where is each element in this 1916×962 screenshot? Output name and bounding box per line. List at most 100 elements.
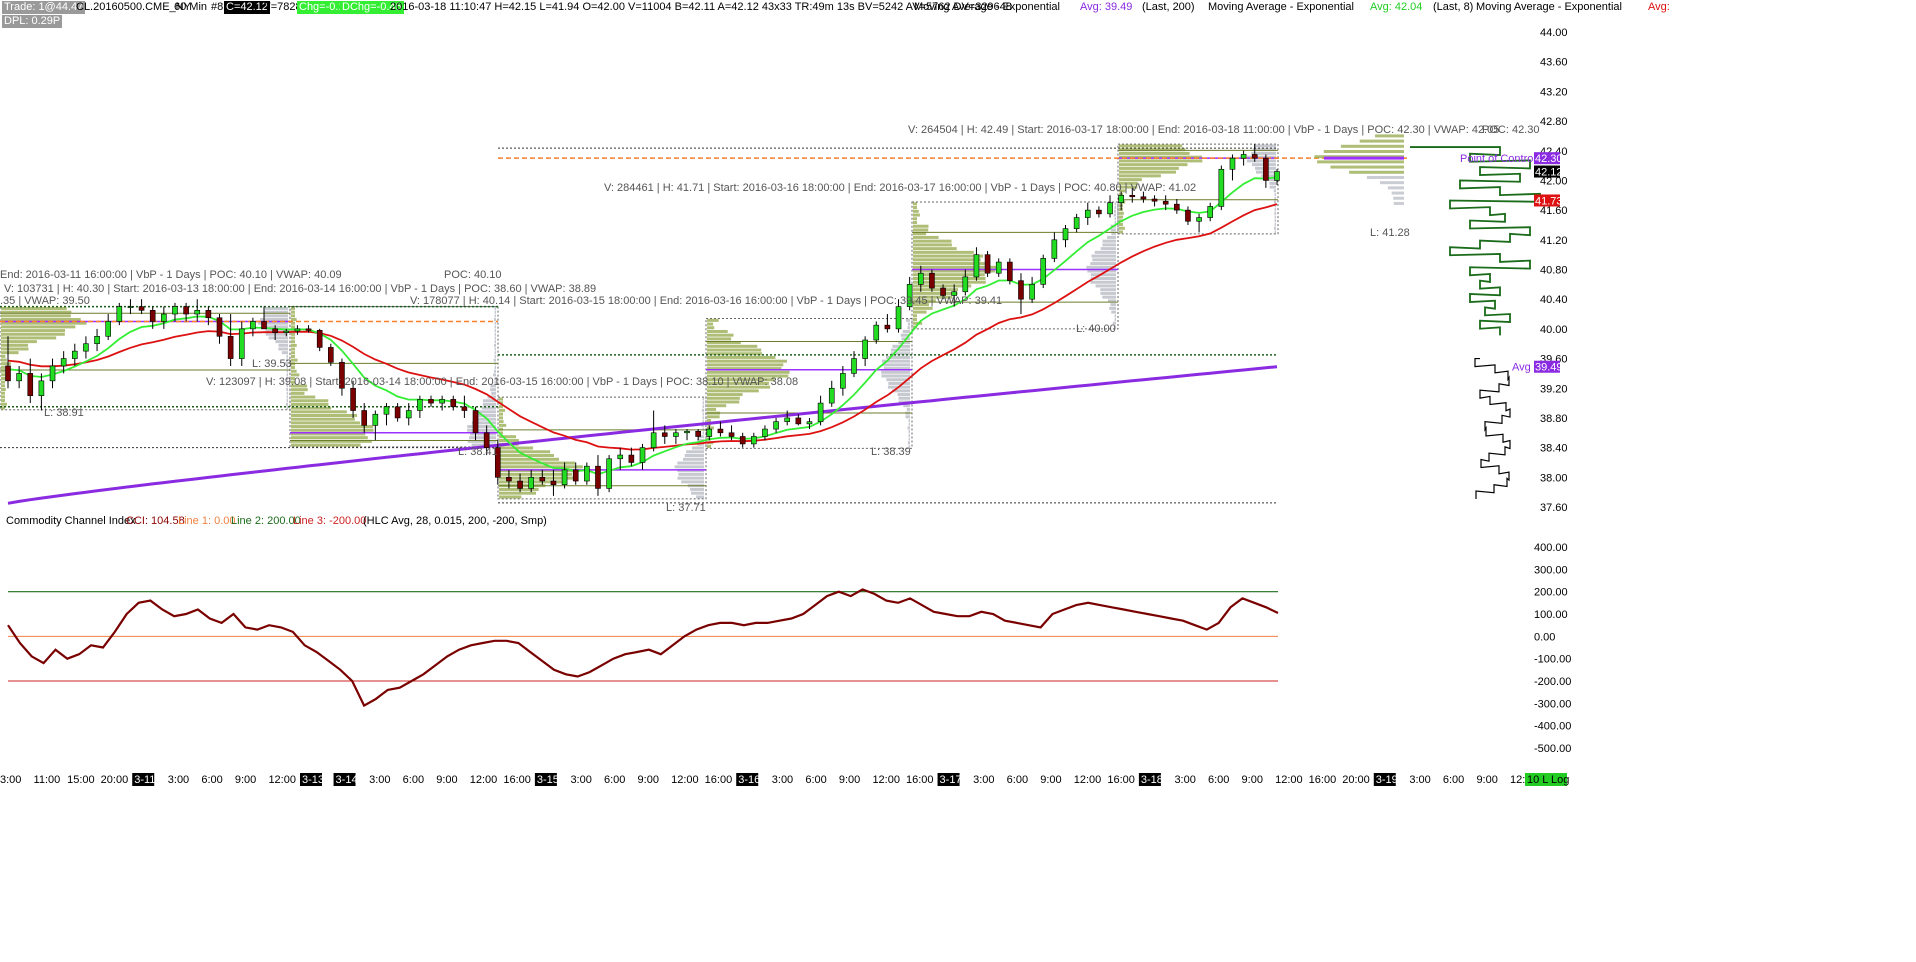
vbp-bar-gray (1100, 291, 1116, 295)
vbp-bar-gray (1114, 209, 1116, 213)
vbp-bar-gray (1269, 181, 1276, 185)
candle-up (194, 310, 201, 315)
cci-tick: -300.00 (1534, 698, 1571, 710)
vbp-bar-gray (265, 332, 288, 336)
time-tick: 3:00 (168, 774, 189, 786)
candle-up (862, 339, 868, 359)
candle-up (584, 465, 590, 482)
vbp-bar-gray (692, 446, 704, 450)
candle-up (1229, 157, 1236, 170)
vbp-bar-gray (263, 314, 288, 318)
candle-up (172, 306, 178, 315)
vbp-bar (1119, 211, 1124, 215)
vbp-bar (1, 336, 57, 340)
candle-up (1207, 206, 1214, 218)
vbp-bar-gray (494, 318, 496, 322)
vbp-bar-gray (494, 314, 496, 318)
vbp-bar-gray (278, 347, 288, 351)
vbp-bar-gray (907, 322, 910, 326)
price-axis[interactable]: 44.0043.6043.2042.8042.4042.0041.6041.20… (1460, 27, 1568, 514)
composite-volume-profile (1314, 134, 1541, 500)
last-price-tag: 42.12 (1535, 167, 1563, 179)
time-tick: 12:00 (1275, 774, 1303, 786)
vbp-bar-gray (905, 415, 910, 419)
candle-down (1251, 154, 1258, 159)
vbp-bar-gray (908, 422, 910, 426)
vbp-bar (913, 217, 917, 221)
time-tick: 9:00 (1040, 774, 1061, 786)
vbp-bar-gray (1102, 239, 1116, 243)
candle-up (1029, 284, 1035, 300)
candle-up (762, 428, 768, 437)
cci-tick: 400.00 (1534, 542, 1568, 554)
candle-up (840, 373, 846, 389)
chart-canvas[interactable]: End: 2016-03-11 16:00:00 | VbP - 1 Days … (0, 0, 1916, 962)
vbp-bar (913, 228, 929, 232)
vbp-bar (707, 337, 732, 341)
price-tick: 40.80 (1540, 265, 1568, 277)
session-levels (0, 147, 1410, 504)
candle-down (1140, 196, 1147, 200)
current-vbp-bar (1393, 196, 1404, 200)
candle-down (450, 399, 457, 408)
poc-text: Point of Control (1460, 153, 1536, 165)
vbp-bar-gray (494, 336, 496, 340)
vbp-bar (1119, 178, 1142, 182)
candle-up (116, 306, 123, 322)
candle-down (328, 347, 334, 363)
candle-up (60, 358, 67, 367)
candle-up (161, 313, 167, 322)
time-tick: 6:00 (1007, 774, 1028, 786)
vbp-bar (291, 351, 295, 355)
vbp-bar-gray (1114, 318, 1116, 322)
time-tick: 6:00 (403, 774, 424, 786)
time-tick: 16:00 (906, 774, 934, 786)
cci-value: CCI: 104.58 (126, 515, 185, 527)
vbp-bar (1, 351, 19, 355)
vbp-bar-gray (902, 329, 910, 333)
vbp-bar (1119, 170, 1177, 174)
cci-line1: Line 1: 0.00 (178, 515, 236, 527)
vbp-bar (913, 209, 919, 213)
vbp-bar (1119, 223, 1123, 227)
price-tick: 38.00 (1540, 472, 1568, 484)
price-tick: 38.80 (1540, 413, 1568, 425)
candle-down (884, 324, 891, 330)
time-axis[interactable]: 3:00 11:00 15:00 20:00 3-11 3:00 6:00 9:00 12:00… (0, 773, 1569, 786)
vbp-bar (913, 202, 917, 206)
vbp-bar-gray (494, 325, 496, 329)
current-vbp-bar (1340, 144, 1404, 148)
vbp-bar-gray (1274, 230, 1276, 234)
poc-price-tag: 42.30 (1535, 153, 1563, 165)
vbp-bar-gray (908, 419, 910, 423)
volume-profiles (0, 143, 1279, 500)
session-low-label: L: 39.53 (252, 358, 292, 370)
current-vbp-bar (1391, 191, 1404, 195)
vbp-bar-gray (1090, 262, 1116, 266)
candle-up (238, 328, 245, 359)
vbp-bar-gray (494, 369, 496, 373)
vbp-bar-gray (908, 437, 910, 441)
current-vbp-bar (1375, 134, 1404, 138)
candle-down (361, 410, 368, 426)
vbp-bar (913, 247, 957, 251)
candle-up (71, 350, 78, 359)
vbp-bar-gray (690, 487, 704, 491)
vbp-bar (499, 412, 503, 416)
candle-up (417, 399, 423, 411)
candle-down (695, 430, 701, 437)
vbp-bar-gray (1111, 310, 1116, 314)
vbp-bar (499, 450, 551, 454)
candle-down (350, 387, 356, 411)
vbp-bar (707, 370, 790, 374)
avg-text: Avg (1512, 362, 1531, 374)
time-tick: 6:00 (1208, 774, 1229, 786)
current-vbp-bar (1393, 201, 1404, 205)
vbp-bar-gray (493, 343, 496, 347)
candle-up (283, 330, 290, 333)
vbp-bar-gray (1113, 213, 1116, 217)
vbp-bar-gray (278, 343, 288, 347)
current-vbp-bar (1323, 149, 1404, 153)
vbp-label: POC: 42.30 (1482, 124, 1539, 136)
candle-up (817, 402, 824, 422)
